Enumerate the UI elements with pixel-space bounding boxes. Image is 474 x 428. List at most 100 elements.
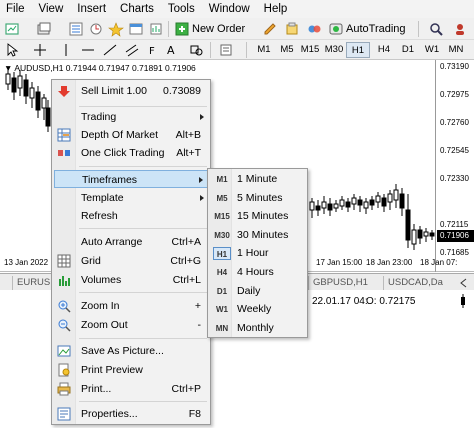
submenu-item-label: Weekly (237, 303, 272, 316)
menu-view[interactable]: View (32, 0, 71, 18)
grid-icon (57, 254, 71, 268)
submenu-item-h1[interactable]: H1 1 Hour (210, 244, 306, 263)
menu-item-sell-limit[interactable]: Sell Limit 1.00 0.73089 (54, 82, 209, 100)
submenu-arrow-icon (200, 114, 204, 120)
tf-button-m30[interactable]: M30 (322, 42, 346, 58)
menu-item-volumes[interactable]: Volumes Ctrl+L (54, 271, 209, 289)
timeframe-list-icon[interactable] (218, 42, 234, 58)
menu-item-zoom-in[interactable]: Zoom In + (54, 297, 209, 315)
menu-separator (79, 338, 207, 339)
price-tick: 0.72975 (440, 90, 469, 99)
menu-separator (79, 292, 207, 293)
submenu-item-m15[interactable]: M15 15 Minutes (210, 207, 306, 226)
trendline-icon[interactable] (102, 42, 118, 58)
timeframe-code: H1 (213, 247, 231, 261)
tab-usdcad[interactable]: USDCAD,Da (383, 276, 453, 290)
submenu-item-m1[interactable]: M1 1 Minute (210, 170, 306, 189)
tf-button-mn[interactable]: MN (444, 42, 468, 58)
navigator-icon[interactable] (108, 21, 124, 37)
tab-gbpusd[interactable]: GBPUSD,H1 (308, 276, 380, 290)
menu-item-properties[interactable]: Properties... F8 (54, 405, 209, 423)
current-price-label: 0.71906 (437, 230, 474, 242)
time-tick: 17 Jan 15:00 (316, 258, 363, 267)
tf-button-d1[interactable]: D1 (396, 42, 420, 58)
menu-item-one-click-trading[interactable]: One Click Trading Alt+T (54, 144, 209, 162)
text-tool-icon[interactable]: A (164, 42, 180, 58)
menu-window[interactable]: Window (202, 0, 257, 18)
metaeditor-icon[interactable] (262, 21, 278, 37)
signals-icon[interactable] (306, 21, 322, 37)
submenu-item-label: 5 Minutes (237, 191, 283, 204)
profiles-icon[interactable] (36, 21, 52, 37)
menu-item-zoom-out[interactable]: Zoom Out - (54, 316, 209, 334)
submenu-item-m30[interactable]: M30 30 Minutes (210, 226, 306, 245)
menu-item-label: Auto Arrange (81, 236, 143, 248)
menu-item-shortcut: - (197, 319, 202, 331)
menu-item-refresh[interactable]: Refresh (54, 207, 209, 225)
time-tick: 18 Jan 07: (420, 258, 458, 267)
menu-item-label: Timeframes (82, 174, 138, 186)
autotrading-icon[interactable] (328, 21, 344, 37)
crosshair-icon[interactable] (32, 42, 48, 58)
menu-tools[interactable]: Tools (161, 0, 202, 18)
timeframe-code: MN (215, 323, 229, 333)
menu-charts[interactable]: Charts (113, 0, 161, 18)
submenu-arrow-icon (199, 177, 203, 183)
submenu-item-d1[interactable]: D1 Daily (210, 282, 306, 301)
tf-button-m15[interactable]: M15 (298, 42, 322, 58)
menu-item-grid[interactable]: Grid Ctrl+G (54, 252, 209, 270)
charts-toolbar: F A M1 M5 M15 M30 H1 H4 D1 W1 MN (0, 40, 474, 60)
menu-item-print[interactable]: Print... Ctrl+P (54, 380, 209, 398)
new-order-icon[interactable] (174, 21, 190, 37)
print-preview-icon (58, 363, 70, 377)
submenu-item-mn[interactable]: MN Monthly (210, 319, 306, 338)
data-window-icon[interactable] (88, 21, 104, 37)
menu-item-print-preview[interactable]: Print Preview (54, 361, 209, 379)
menu-item-auto-arrange[interactable]: Auto Arrange Ctrl+A (54, 233, 209, 251)
new-order-button[interactable]: New Order (192, 18, 245, 40)
timeframe-code: M5 (216, 193, 228, 203)
tf-button-m1[interactable]: M1 (252, 42, 276, 58)
secondary-chart-time: 22.01.17 04: (312, 296, 368, 307)
tf-button-w1[interactable]: W1 (420, 42, 444, 58)
save-picture-icon (57, 345, 71, 357)
menu-item-trading[interactable]: Trading (54, 108, 209, 126)
menu-help[interactable]: Help (257, 0, 295, 18)
submenu-item-m5[interactable]: M5 5 Minutes (210, 189, 306, 208)
svg-text:F: F (149, 46, 155, 57)
tf-button-m5[interactable]: M5 (275, 42, 299, 58)
time-tick: 13 Jan 2022 (4, 258, 49, 267)
horizontal-line-icon[interactable] (80, 42, 96, 58)
submenu-item-h4[interactable]: H4 4 Hours (210, 263, 306, 282)
autotrading-button[interactable]: AutoTrading (346, 18, 406, 40)
account-icon[interactable] (452, 21, 468, 37)
menu-item-label: Trading (81, 111, 117, 123)
tf-button-h4[interactable]: H4 (372, 42, 396, 58)
search-icon[interactable] (428, 21, 444, 37)
vertical-line-icon[interactable] (58, 42, 74, 58)
market-watch-icon[interactable] (68, 21, 84, 37)
menu-item-depth-of-market[interactable]: Depth Of Market Alt+B (54, 126, 209, 144)
timeframe-code: M15 (214, 212, 230, 222)
fibonacci-icon[interactable]: F (146, 42, 162, 58)
tf-button-h1[interactable]: H1 (346, 42, 370, 58)
menu-file[interactable]: File (0, 0, 32, 18)
channel-icon[interactable] (124, 42, 140, 58)
new-chart-icon[interactable] (4, 21, 20, 37)
menu-separator (79, 228, 207, 229)
tab-scroll-left-icon[interactable] (458, 277, 470, 289)
menu-item-timeframes[interactable]: Timeframes (54, 170, 209, 188)
menu-insert[interactable]: Insert (70, 0, 113, 18)
menu-item-template[interactable]: Template (54, 189, 209, 207)
shapes-icon[interactable] (188, 42, 204, 58)
cursor-icon[interactable] (4, 42, 20, 58)
price-tick: 0.72115 (440, 220, 469, 229)
strategy-tester-icon[interactable] (148, 21, 164, 37)
terminal-icon[interactable] (128, 21, 144, 37)
menu-item-label: Sell Limit 1.00 (81, 85, 147, 97)
menu-item-shortcut: Alt+T (176, 147, 201, 159)
options-icon[interactable] (284, 21, 300, 37)
standard-toolbar: New Order AutoTrading (0, 18, 474, 40)
submenu-item-w1[interactable]: W1 Weekly (210, 300, 306, 319)
menu-item-save-as-picture[interactable]: Save As Picture... (54, 342, 209, 360)
